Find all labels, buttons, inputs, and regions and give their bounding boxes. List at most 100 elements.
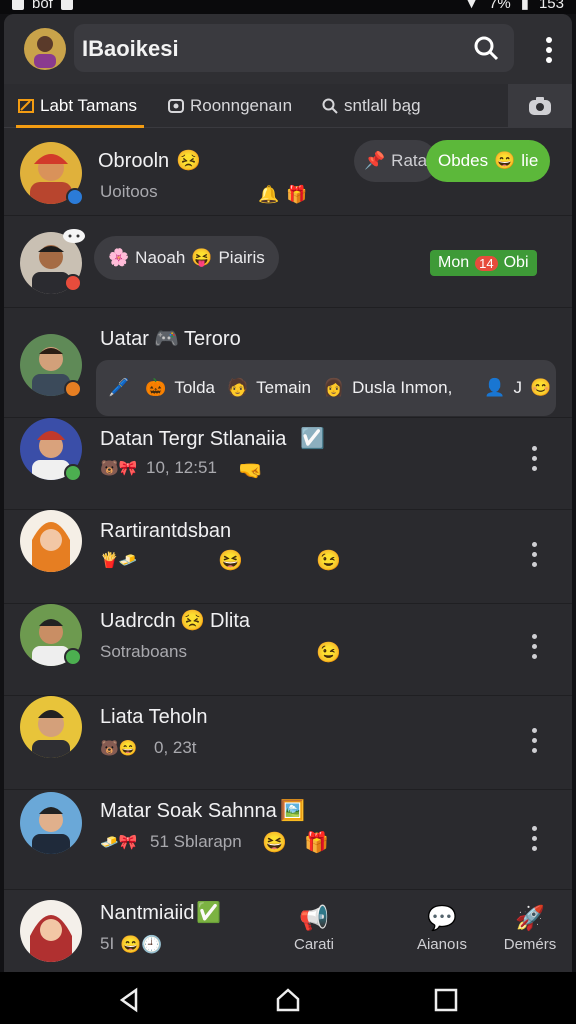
chat-icon (18, 99, 34, 113)
battery-percent: 7% (489, 0, 511, 12)
contact-avatar[interactable] (20, 510, 82, 572)
chat-app: IBaoikesi Labt Tamans Roonngenaın sntlal… (4, 14, 572, 972)
row-menu-icon[interactable] (532, 826, 538, 852)
wifi-icon: ▼ (464, 0, 480, 12)
fire-emoji-icon: 🎃 (145, 378, 167, 397)
sticker-icon: 🐻🎀 (100, 460, 138, 477)
contact-avatar[interactable] (20, 900, 82, 962)
row-menu-icon[interactable] (532, 728, 538, 754)
contact-name: Uatar (100, 328, 149, 350)
dock-item[interactable]: 🚀 Demérs (498, 904, 562, 953)
contact-name-tail: Teroro (184, 328, 241, 350)
row-menu-icon[interactable] (532, 634, 538, 660)
battery-icon: ▮ (520, 0, 529, 12)
chat-row[interactable]: Uadrcdn 😣 Dlita Sotraboans 😉 (4, 604, 572, 696)
pencil-icon: 🖊️ (108, 378, 130, 397)
chat-row[interactable]: 🌸 Naoah 😝 Piairis Mon 14 Obi (4, 216, 572, 308)
emoji-icon: 😣 (176, 150, 201, 172)
status-badge (64, 380, 82, 398)
pin-icon: 📌 (364, 151, 386, 170)
person-icon: 👩 (322, 378, 345, 397)
system-nav-bar (0, 972, 576, 1024)
obdes-chip[interactable]: Obdes 😄 lie (426, 140, 551, 182)
chip-label: Obdes (438, 151, 489, 170)
smile-emoji-icon: 😆 (262, 832, 287, 854)
reaction-chip[interactable]: 📌 Rata (354, 140, 438, 182)
online-badge (64, 464, 82, 482)
chat-bubble-icon: 💬 (427, 905, 457, 932)
search-icon[interactable] (472, 34, 500, 62)
smile-emoji-icon: 😊 (529, 378, 552, 397)
chip-tail: lie (521, 151, 539, 170)
profile-avatar[interactable] (24, 28, 66, 70)
contact-name: Nantmiaiid (100, 902, 195, 924)
contact-avatar[interactable] (20, 696, 82, 758)
app-bar: IBaoikesi (4, 14, 572, 84)
sticker-icon: 😄🕘 (120, 935, 163, 954)
recents-icon[interactable] (432, 986, 460, 1014)
clock: 153 (538, 0, 564, 12)
dock-item[interactable]: 📢 Carati (286, 904, 342, 953)
person-icon: 🧑 (226, 378, 249, 397)
search-icon (322, 98, 338, 114)
chat-row[interactable]: Nantmiaiid ✅ 5I 😄🕘 📢 Carati 💬 Aianoıs 🚀 … (4, 890, 572, 972)
dock-label: Carati (293, 936, 334, 953)
smile-emoji-icon: 😆 (218, 550, 243, 572)
contact-name: Liata Teholn (100, 706, 208, 728)
tab-label: sntlall bąg (344, 96, 421, 115)
camera-button[interactable] (508, 84, 572, 128)
row-menu-icon[interactable] (532, 446, 538, 472)
more-options-icon[interactable] (544, 36, 554, 64)
sticker-icon: 🐻😄 (100, 740, 138, 757)
contact-name: Rartirantdsban (100, 520, 232, 542)
megaphone-icon: 📢 (299, 905, 329, 932)
tab-bar: Labt Tamans Roonngenaın sntlall bąg (4, 84, 572, 128)
chip-label: Rata (391, 151, 428, 170)
chat-row[interactable]: Uatar 🎮 Teroro 🖊️ 🎃 Tolda 🧑 Temain 👩 Dus… (4, 308, 572, 418)
chat-row[interactable]: Liata Teholn 🐻😄 0, 23t (4, 696, 572, 790)
chip-label: Tolda (174, 378, 215, 397)
online-badge (64, 648, 82, 666)
tab-chats[interactable]: Labt Tamans (16, 84, 144, 128)
gift-icon: 🎁 (286, 185, 308, 204)
tab-search[interactable]: sntlall bąg (322, 84, 421, 128)
dock-label: Demérs (503, 936, 557, 953)
user-icon: 👤 (484, 378, 506, 397)
chip-label: Dusla Inmon, (352, 378, 453, 397)
chip-label: Temain (256, 378, 311, 397)
chip-strip[interactable]: 🖊️ 🎃 Tolda 🧑 Temain 👩 Dusla Inmon, 👤 J 😊 (96, 360, 556, 416)
bubble-text: Naoah (135, 248, 186, 267)
message-bubble[interactable]: 🌸 Naoah 😝 Piairis (94, 236, 279, 280)
back-icon[interactable] (116, 986, 144, 1014)
dock-item[interactable]: 💬 Aianoıs (410, 904, 474, 953)
verified-badge (66, 188, 84, 206)
bell-icon: 🔔 (258, 185, 280, 204)
notification-icon (12, 0, 24, 10)
chat-row[interactable]: Datan Tergr Stlanaiia ☑️ 🐻🎀 10, 12:51 🤜 (4, 418, 572, 510)
wink-emoji-icon: 😉 (316, 642, 341, 664)
sticker-icon: 🧈🎀 (100, 834, 138, 851)
tab-label: Labt Tamans (40, 96, 138, 115)
chat-row[interactable]: Rartirantdsban 🍟🧈 😆 😉 (4, 510, 572, 604)
last-message: Uoitoos (100, 182, 158, 201)
contact-name: Datan Tergr Stlanaiia (100, 428, 287, 450)
app-title: IBaoikesi (82, 36, 179, 61)
gamepad-icon: 🎮 (154, 328, 179, 350)
chat-row[interactable]: Obrooln 😣 Uoitoos 🔔 🎁 📌 Rata Obdes 😄 lie (4, 128, 572, 216)
tab-rooms[interactable]: Roonngenaın (168, 84, 292, 128)
row-menu-icon[interactable] (532, 542, 538, 568)
hand-emoji-icon: 🤜 (238, 460, 263, 482)
laugh-emoji-icon: 😝 (191, 248, 213, 267)
verified-icon: ☑️ (300, 428, 325, 450)
title-bar[interactable]: IBaoikesi (74, 24, 514, 72)
contact-name: Matar Soak Sahnna (100, 800, 277, 822)
chip-end: J (513, 378, 522, 397)
contact-avatar[interactable] (20, 792, 82, 854)
chat-row[interactable]: Matar Soak Sahnna 🖼️ 🧈🎀 51 Sblarapn 😆 🎁 (4, 790, 572, 890)
home-icon[interactable] (274, 986, 302, 1014)
dock-label: Aianoıs (416, 936, 468, 953)
chat-bubble-icon (63, 229, 85, 243)
wink-emoji-icon: 😉 (316, 550, 341, 572)
gift-icon: 🎁 (304, 832, 329, 854)
emoji-icon: 😣 (180, 610, 205, 632)
